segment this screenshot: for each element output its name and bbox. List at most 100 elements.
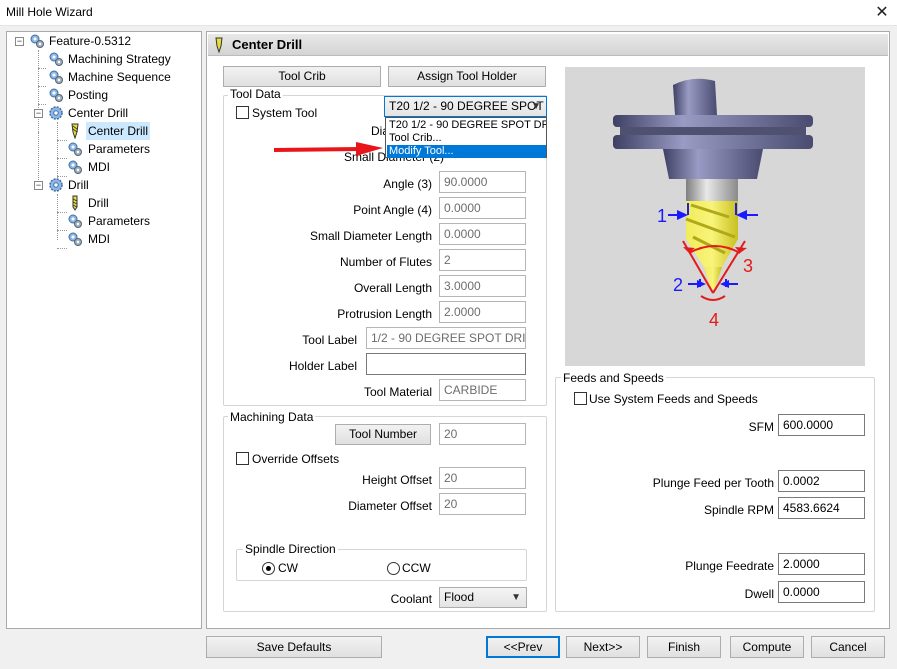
- dropdown-option-tool[interactable]: T20 1/2 - 90 DEGREE SPOT DRILL: [387, 119, 546, 132]
- center-drill-icon: [71, 123, 79, 139]
- system-tool-label: System Tool: [252, 106, 318, 120]
- prev-button[interactable]: <<Prev: [486, 636, 560, 658]
- tool-number-field[interactable]: 20: [439, 423, 526, 445]
- center-drill-icon: [215, 37, 223, 53]
- tree-item-drill-tool[interactable]: Drill: [88, 194, 109, 212]
- small-diameter-length-field[interactable]: 0.0000: [439, 223, 526, 245]
- tree-item-mdi[interactable]: MDI: [88, 230, 110, 248]
- collapse-toggle[interactable]: −: [15, 37, 24, 46]
- save-defaults-button[interactable]: Save Defaults: [206, 636, 382, 658]
- dropdown-option-tool-crib[interactable]: Tool Crib...: [387, 132, 546, 145]
- use-system-feeds-checkbox[interactable]: [574, 392, 587, 405]
- tool-select-dropdown[interactable]: T20 1/2 - 90 DEGREE SPOT D ▼: [384, 96, 547, 117]
- finish-button[interactable]: Finish: [647, 636, 721, 658]
- tool-crib-button[interactable]: Tool Crib: [223, 66, 381, 87]
- diameter-offset-label: Diameter Offset: [348, 499, 432, 513]
- dwell-label: Dwell: [744, 587, 774, 601]
- tree-item-center-drill-tool[interactable]: Center Drill: [86, 122, 151, 140]
- drill-icon: [72, 195, 78, 211]
- gear-group-icon: [30, 34, 44, 48]
- tree-item-machining-strategy[interactable]: Machining Strategy: [68, 50, 171, 68]
- protrusion-length-field[interactable]: 2.0000: [439, 301, 526, 323]
- sfm-label: SFM: [748, 420, 774, 434]
- compute-button[interactable]: Compute: [730, 636, 804, 658]
- overall-length-field[interactable]: 3.0000: [439, 275, 526, 297]
- number-of-flutes-field[interactable]: 2: [439, 249, 526, 271]
- point-angle-field[interactable]: 0.0000: [439, 197, 526, 219]
- close-button[interactable]: ✕: [867, 0, 897, 26]
- plunge-feedrate-label: Plunge Feedrate: [685, 559, 774, 573]
- gear-group-icon: [49, 70, 63, 84]
- spindle-rpm-label: Spindle RPM: [703, 503, 774, 517]
- gear-group-icon: [68, 232, 82, 246]
- coolant-value: Flood: [444, 590, 475, 604]
- system-tool-checkbox[interactable]: [236, 106, 249, 119]
- section-header: [208, 34, 888, 56]
- diagram-label-2: 2: [673, 275, 683, 295]
- collapse-toggle[interactable]: −: [34, 109, 43, 118]
- plunge-feed-per-tooth-field[interactable]: 0.0002: [778, 470, 865, 492]
- spindle-rpm-field[interactable]: 4583.6624: [778, 497, 865, 519]
- diagram-label-3: 3: [743, 256, 753, 276]
- height-offset-label: Height Offset: [362, 473, 432, 487]
- tool-dropdown-list: T20 1/2 - 90 DEGREE SPOT DRILL Tool Crib…: [385, 117, 547, 158]
- next-button[interactable]: Next>>: [566, 636, 640, 658]
- collapse-toggle[interactable]: −: [34, 181, 43, 190]
- chevron-down-icon: ▼: [531, 101, 541, 112]
- tree-item-parameters[interactable]: Parameters: [88, 212, 150, 230]
- cw-radio[interactable]: [262, 562, 275, 575]
- cancel-button[interactable]: Cancel: [811, 636, 885, 658]
- tool-label-field[interactable]: 1/2 - 90 DEGREE SPOT DRILL: [366, 327, 526, 349]
- machining-data-label: Machining Data: [228, 410, 316, 424]
- diagram-label-1: 1: [657, 206, 667, 226]
- diameter-offset-field[interactable]: 20: [439, 493, 526, 515]
- gear-group-icon: [49, 88, 63, 102]
- height-offset-field[interactable]: 20: [439, 467, 526, 489]
- gear-icon: [49, 106, 63, 120]
- gear-group-icon: [49, 52, 63, 66]
- gear-group-icon: [68, 160, 82, 174]
- red-arrow-icon: [273, 142, 383, 156]
- coolant-dropdown[interactable]: Flood ▼: [439, 587, 527, 608]
- ccw-radio[interactable]: [387, 562, 400, 575]
- tool-data-label: Tool Data: [228, 87, 283, 101]
- title-bar: [0, 0, 897, 26]
- tree-item-mdi[interactable]: MDI: [88, 158, 110, 176]
- protrusion-length-label: Protrusion Length: [337, 307, 432, 321]
- dwell-field[interactable]: 0.0000: [778, 581, 865, 603]
- feature-tree: − − − Feature-0.5312 Machining Strategy …: [6, 31, 202, 629]
- tool-material-field[interactable]: CARBIDE: [439, 379, 526, 401]
- diagram-label-4: 4: [709, 310, 719, 330]
- feeds-speeds-label: Feeds and Speeds: [561, 371, 666, 385]
- point-angle-label: Point Angle (4): [353, 203, 432, 217]
- coolant-label: Coolant: [390, 592, 432, 606]
- dropdown-option-modify-tool[interactable]: Modify Tool...: [387, 145, 546, 158]
- tree-item-posting[interactable]: Posting: [68, 86, 108, 104]
- holder-label-field[interactable]: [366, 353, 526, 375]
- number-of-flutes-label: Number of Flutes: [339, 255, 432, 269]
- angle-field[interactable]: 90.0000: [439, 171, 526, 193]
- assign-tool-holder-button[interactable]: Assign Tool Holder: [388, 66, 546, 87]
- override-offsets-checkbox[interactable]: [236, 452, 249, 465]
- tree-item-machine-sequence[interactable]: Machine Sequence: [68, 68, 171, 86]
- tree-item-center-drill-op[interactable]: Center Drill: [68, 104, 128, 122]
- holder-label-label: Holder Label: [288, 359, 357, 373]
- tree-item-drill-op[interactable]: Drill: [68, 176, 89, 194]
- tree-item-feature[interactable]: Feature-0.5312: [49, 32, 131, 50]
- window-title: Mill Hole Wizard: [6, 5, 93, 19]
- page-title: Center Drill: [232, 37, 303, 52]
- sfm-field[interactable]: 600.0000: [778, 414, 865, 436]
- center-drill-diagram: 1 2 3 4: [613, 78, 813, 330]
- tool-material-label: Tool Material: [363, 385, 432, 399]
- tool-number-button[interactable]: Tool Number: [335, 424, 431, 445]
- cw-label: CW: [278, 561, 298, 575]
- tree-item-parameters[interactable]: Parameters: [88, 140, 150, 158]
- small-diameter-length-label: Small Diameter Length: [309, 229, 432, 243]
- tool-select-value: T20 1/2 - 90 DEGREE SPOT D: [389, 99, 547, 113]
- gear-group-icon: [68, 142, 82, 156]
- plunge-feedrate-field[interactable]: 2.0000: [778, 553, 865, 575]
- override-offsets-label: Override Offsets: [252, 452, 340, 466]
- feeds-speeds-group: [555, 377, 875, 612]
- spindle-direction-label: Spindle Direction: [243, 542, 338, 556]
- gear-icon: [49, 178, 63, 192]
